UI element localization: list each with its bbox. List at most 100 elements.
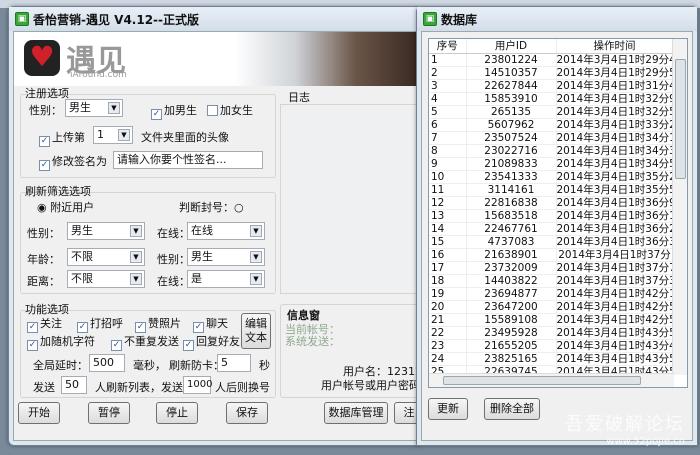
save-button[interactable]: 保存 [226, 402, 268, 424]
anti-input[interactable]: 5 [217, 354, 251, 372]
app-icon: ▣ [15, 12, 29, 26]
distance-select[interactable]: 不限 ▼ [67, 270, 145, 288]
op-time: 2014年3月4日1时36分24 [556, 222, 674, 236]
row-index: 21 [429, 313, 467, 327]
user-id: 21638901 [466, 248, 557, 262]
row-index: 24 [429, 352, 467, 366]
gender2-select[interactable]: 男生 ▼ [187, 248, 265, 266]
send-count-input[interactable]: 50 [61, 376, 87, 394]
row-index: 10 [429, 170, 467, 184]
info-group: 信息窗 当前帐号： 系统发送： 用户名：12312 用户帐号或用户密码 [280, 304, 422, 398]
upload-suffix: 文件夹里面的头像 [141, 131, 229, 144]
title-bar[interactable]: ▣ 香怡营销-遇见 V4.12--正式版 [9, 7, 421, 31]
register-group: 注册选项 性别： 男生 ▼ ✓ 加男生 加女生 ✓ 上传第 1 ▼ 文件夹里面的头像 ✓… [20, 87, 276, 178]
watermark: 吾爱破解论坛 www.52pojie.cn [565, 414, 685, 447]
nearby-radio[interactable]: ◉ 附近用户 [37, 199, 94, 215]
function-group: 功能选项 ✓ 关注 ✓ 打招呼 ✓ 赞照片 ✓ 聊天 ✓ 加随机字符 ✓ 不重复发送 ✓ 回复… [20, 303, 276, 398]
table-row[interactable]: 5 265135 2014年3月4日1时32分56 [429, 105, 674, 119]
stop-button[interactable]: 停止 [156, 402, 198, 424]
horizontal-scrollbar[interactable] [429, 373, 674, 387]
user-id: 21655205 [466, 339, 557, 353]
table-row[interactable]: 7235075242014年3月4日1时34分1秒 [429, 131, 674, 145]
db-title-bar[interactable]: ▣ 数据库 [417, 7, 697, 31]
vertical-scrollbar[interactable] [672, 39, 687, 375]
user-id: 23541333 [466, 170, 557, 184]
table-row[interactable]: 19 23694877 2014年3月4日1时42分19 [429, 287, 674, 301]
refresh-button[interactable]: 更新 [428, 398, 468, 420]
random-char-checkbox[interactable]: ✓ 加随机字符 [27, 333, 95, 351]
table-row[interactable]: 1 23801224 2014年3月4日1时29分42 [429, 53, 674, 67]
op-time: 2014年3月4日1时42分19 [556, 287, 674, 301]
chevron-down-icon: ▼ [108, 102, 120, 114]
table-row[interactable]: 11 3114161 2014年3月4日1时35分53 [429, 183, 674, 197]
chat-checkbox[interactable]: ✓ 聊天 [193, 315, 228, 333]
table-row[interactable]: 13 15683518 2014年3月4日1时36分17 [429, 209, 674, 223]
start-button[interactable]: 开始 [18, 402, 60, 424]
check-ban-radio[interactable]: 判断封号：○ [179, 199, 244, 215]
switch-count-input[interactable]: 1000 [183, 376, 212, 394]
filter-online-select[interactable]: 在线 ▼ [187, 222, 265, 240]
age-select[interactable]: 不限 ▼ [67, 248, 145, 266]
add-female-checkbox[interactable]: 加女生 [207, 102, 253, 118]
user-id: 23022716 [466, 144, 557, 158]
chevron-down-icon: ▼ [118, 129, 130, 141]
scroll-thumb[interactable] [675, 59, 686, 179]
db-manage-button[interactable]: 数据库管理 [324, 402, 388, 424]
table-row[interactable]: 3 22627844 2014年3月4日1时31分42 [429, 79, 674, 93]
table-row[interactable]: 20 23647200 2014年3月4日1时42分50 [429, 300, 674, 314]
main-window: ▣ 香怡营销-遇见 V4.12--正式版 ♥ 遇见 iAround.com 注册选… [8, 6, 424, 446]
op-time: 2014年3月4日1时43分51 [556, 352, 674, 366]
table-row[interactable]: 15 4737083 2014年3月4日1时36分32 [429, 235, 674, 249]
switch-text: 人后则换号 [215, 381, 270, 394]
follow-checkbox[interactable]: ✓ 关注 [27, 315, 62, 333]
gender-select[interactable]: 男生 ▼ [65, 99, 123, 117]
table-row[interactable]: 9 21089833 2014年3月4日1时34分53 [429, 157, 674, 171]
chevron-down-icon: ▼ [250, 225, 262, 237]
table-row[interactable]: 23 21655205 2014年3月4日1时43分43 [429, 339, 674, 353]
filter-online-label: 在线： [157, 227, 190, 240]
upload-index-select[interactable]: 1 ▼ [93, 126, 133, 144]
no-repeat-checkbox[interactable]: ✓ 不重复发送 [111, 333, 179, 351]
op-time: 2014年3月4日1时43分5秒 [556, 326, 674, 340]
upload-checkbox[interactable]: ✓ 上传第 [39, 129, 85, 147]
reply-friend-checkbox[interactable]: ✓ 回复好友 [183, 333, 240, 351]
table-row[interactable]: 2 14510357 2014年3月4日1时29分58 [429, 66, 674, 80]
pause-button[interactable]: 暂停 [88, 402, 130, 424]
greet-checkbox[interactable]: ✓ 打招呼 [77, 315, 123, 333]
filter-gender-select[interactable]: 男生 ▼ [67, 222, 145, 240]
signature-checkbox[interactable]: ✓ 修改签名为 [39, 153, 107, 171]
table-row[interactable]: 24 23825165 2014年3月4日1时43分51 [429, 352, 674, 366]
table-row[interactable]: 10 23541333 2014年3月4日1时35分25 [429, 170, 674, 184]
op-time: 2014年3月4日1时36分32 [556, 235, 674, 249]
like-photo-checkbox[interactable]: ✓ 赞照片 [135, 315, 181, 333]
refresh-text: 人刷新列表，发送 [95, 381, 183, 394]
online2-select[interactable]: 是 ▼ [187, 270, 265, 288]
add-male-checkbox[interactable]: ✓ 加男生 [151, 102, 197, 120]
table-row[interactable]: 6 5607962 2014年3月4日1时33分28 [429, 118, 674, 132]
user-id: 4737083 [466, 235, 557, 249]
table-row[interactable]: 4158539102014年3月4日1时32分9秒 [429, 92, 674, 106]
chevron-down-icon: ▼ [130, 273, 142, 285]
hscroll-thumb[interactable] [443, 376, 641, 385]
table-row[interactable]: 18 14403822 2014年3月4日1时37分37 [429, 274, 674, 288]
edit-text-button[interactable]: 编辑文本 [241, 313, 271, 349]
column-header[interactable]: 操作时间 [556, 39, 674, 54]
row-index: 8 [429, 144, 467, 158]
table-row[interactable]: 16 21638901 2014年3月4日1时37分 [429, 248, 674, 262]
table-row[interactable]: 14 22467761 2014年3月4日1时36分24 [429, 222, 674, 236]
signature-input[interactable]: 请输入你要个性签名... [113, 151, 263, 169]
banner: ♥ 遇见 iAround.com [14, 32, 416, 86]
user-id: 23732009 [466, 261, 557, 275]
column-header[interactable]: 序号 [429, 39, 467, 54]
table-row[interactable]: 12228168382014年3月4日1时36分9秒 [429, 196, 674, 210]
distance-label: 距离： [27, 275, 60, 288]
table-row[interactable]: 8 23022716 2014年3月4日1时34分34 [429, 144, 674, 158]
table-row[interactable]: 17237320092014年3月4日1时37分7秒 [429, 261, 674, 275]
column-header[interactable]: 用户ID [466, 39, 557, 54]
table-row[interactable]: 21 15589108 2014年3月4日1时42分58 [429, 313, 674, 327]
user-id: 22627844 [466, 79, 557, 93]
op-time: 2014年3月4日1时29分42 [556, 53, 674, 67]
table-row[interactable]: 22234959282014年3月4日1时43分5秒 [429, 326, 674, 340]
delay-input[interactable]: 500 [89, 354, 125, 372]
delete-all-button[interactable]: 删除全部 [484, 398, 540, 420]
